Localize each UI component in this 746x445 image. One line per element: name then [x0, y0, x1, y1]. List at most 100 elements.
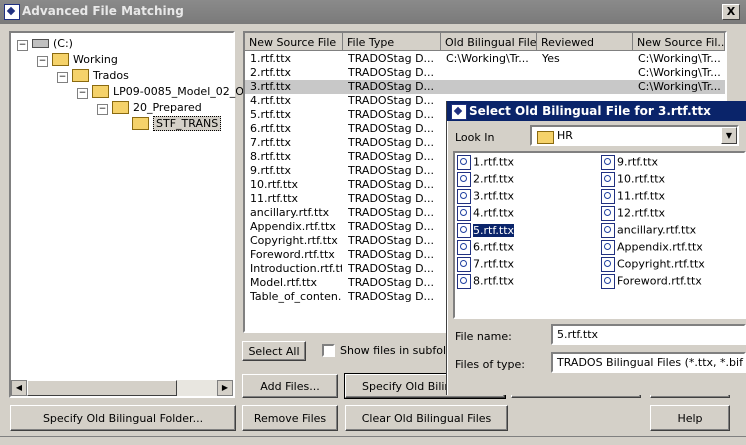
dialog-file-item[interactable]: Copyright.rtf.ttx	[601, 257, 705, 273]
dialog-file-item[interactable]: ancillary.rtf.ttx	[601, 223, 696, 239]
tree-expander[interactable]: −	[17, 40, 28, 51]
look-in-value: HR	[557, 129, 573, 142]
table-row[interactable]: 2.rtf.ttx TRADOStag D... C:\Working\Tr...	[245, 66, 725, 80]
folder-icon	[92, 84, 109, 98]
dialog-file-label: 8.rtf.ttx	[473, 274, 515, 288]
tree-node[interactable]: STF_TRANS	[132, 116, 222, 133]
app-icon	[4, 4, 20, 20]
scroll-left-button[interactable]: ◀	[11, 380, 27, 396]
dialog-file-item[interactable]: 10.rtf.ttx	[601, 172, 665, 188]
file-name-input[interactable]: 5.rtf.ttx	[551, 324, 746, 345]
files-of-type-label: Files of type:	[455, 358, 526, 371]
remove-files-button[interactable]: Remove Files	[242, 405, 338, 431]
column-header[interactable]: File Type	[343, 33, 441, 51]
title-bar: Advanced File Matching X	[0, 0, 746, 24]
tree-node-label: 20_Prepared	[133, 101, 202, 114]
folder-icon	[132, 116, 149, 130]
tree-expander[interactable]: −	[37, 56, 48, 67]
tree-expander[interactable]: −	[97, 104, 108, 115]
table-cell: C:\Working\Tr...	[638, 52, 721, 65]
dialog-file-label: 11.rtf.ttx	[617, 189, 666, 203]
table-cell: TRADOStag D...	[348, 150, 435, 163]
table-row[interactable]: 3.rtf.ttx TRADOStag D... C:\Working\Tr...	[245, 80, 725, 94]
table-cell: 10.rtf.ttx	[250, 178, 299, 191]
add-files-button[interactable]: Add Files...	[242, 374, 338, 398]
ttx-file-icon	[601, 240, 615, 255]
dialog-file-label: Copyright.rtf.ttx	[617, 257, 705, 271]
tree-node[interactable]: Working	[52, 52, 118, 69]
dialog-file-item[interactable]: 3.rtf.ttx	[457, 189, 514, 205]
help-button[interactable]: Help	[650, 405, 730, 431]
tree-hscrollbar[interactable]: ◀ ▶	[11, 380, 233, 396]
dialog-file-label: 6.rtf.ttx	[473, 240, 515, 254]
dialog-file-label: 7.rtf.ttx	[473, 257, 515, 271]
table-cell: TRADOStag D...	[348, 248, 435, 261]
table-cell: TRADOStag D...	[348, 136, 435, 149]
dialog-file-label: Foreword.rtf.ttx	[617, 274, 702, 288]
table-cell: 3.rtf.ttx	[250, 80, 292, 93]
drive-icon	[32, 38, 49, 48]
dialog-file-label: ancillary.rtf.ttx	[617, 223, 697, 237]
dialog-file-item[interactable]: 1.rtf.ttx	[457, 155, 514, 171]
look-in-select[interactable]: HR ▼	[530, 125, 739, 146]
table-cell: Yes	[542, 52, 560, 65]
table-cell	[542, 66, 632, 80]
clear-old-bilingual-files-button[interactable]: Clear Old Bilingual Files	[345, 405, 508, 431]
table-cell: TRADOStag D...	[348, 276, 435, 289]
tree-node[interactable]: 20_Prepared	[112, 100, 202, 117]
table-cell	[446, 80, 536, 94]
table-row[interactable]: 1.rtf.ttx TRADOStag D... C:\Working\Tr... Y…	[245, 52, 725, 66]
column-header[interactable]: New Source File	[245, 33, 343, 51]
dialog-file-item[interactable]: 6.rtf.ttx	[457, 240, 514, 256]
table-cell: Model.rtf.ttx	[250, 276, 318, 289]
specify-old-bilingual-folder-button[interactable]: Specify Old Bilingual Folder...	[10, 405, 236, 431]
dialog-file-item[interactable]: 11.rtf.ttx	[601, 189, 665, 205]
column-header[interactable]: Reviewed	[537, 33, 633, 51]
files-of-type-value: TRADOS Bilingual Files (*.ttx, *.bif)	[557, 356, 746, 369]
show-subfolders-checkbox[interactable]	[322, 344, 335, 357]
table-cell: 4.rtf.ttx	[250, 94, 292, 107]
tree-expander[interactable]: −	[57, 72, 68, 83]
ttx-file-icon	[601, 206, 615, 221]
ttx-file-icon	[601, 257, 615, 272]
dialog-file-label: Appendix.rtf.ttx	[617, 240, 703, 254]
dialog-file-label: 4.rtf.ttx	[473, 206, 515, 220]
table-cell: C:\Working\Tr...	[638, 80, 721, 93]
table-cell: 2.rtf.ttx	[250, 66, 292, 79]
dialog-file-item[interactable]: Appendix.rtf.ttx	[601, 240, 703, 256]
dialog-file-item[interactable]: 7.rtf.ttx	[457, 257, 514, 273]
dialog-file-item[interactable]: 9.rtf.ttx	[601, 155, 658, 171]
select-all-button[interactable]: Select All	[242, 341, 306, 361]
dialog-file-item[interactable]: Foreword.rtf.ttx	[601, 274, 702, 290]
dialog-file-item[interactable]: 5.rtf.ttx	[457, 223, 515, 239]
dialog-file-item[interactable]: 4.rtf.ttx	[457, 206, 514, 222]
close-button[interactable]: X	[722, 4, 740, 20]
table-cell: 1.rtf.ttx	[250, 52, 292, 65]
dialog-file-list[interactable]: 1.rtf.ttx 2.rtf.ttx 3.rtf.ttx 4.rtf.ttx 5.rt…	[453, 151, 746, 319]
table-cell: TRADOStag D...	[348, 192, 435, 205]
tree-node[interactable]: LP09-0085_Model_02_OM	[92, 84, 253, 101]
files-of-type-select[interactable]: TRADOS Bilingual Files (*.ttx, *.bif)	[551, 352, 746, 373]
table-cell: TRADOStag D...	[348, 66, 435, 79]
table-cell: 6.rtf.ttx	[250, 122, 292, 135]
table-cell: ancillary.rtf.ttx	[250, 206, 330, 219]
table-cell: C:\Working\Tr...	[446, 52, 529, 65]
dialog-file-label: 10.rtf.ttx	[617, 172, 666, 186]
tree-expander[interactable]: −	[77, 88, 88, 99]
table-cell: TRADOStag D...	[348, 290, 435, 303]
scroll-right-button[interactable]: ▶	[217, 380, 233, 396]
folder-tree[interactable]: − (C:) − Working − Trados − LP09-0085_Model_02_…	[9, 31, 253, 398]
dialog-file-item[interactable]: 12.rtf.ttx	[601, 206, 665, 222]
column-header[interactable]: Old Bilingual File	[441, 33, 537, 51]
tree-node[interactable]: Trados	[72, 68, 129, 85]
table-cell	[542, 80, 632, 94]
column-header[interactable]: New Source Fil...	[633, 33, 725, 51]
ttx-file-icon	[601, 274, 615, 289]
table-cell: TRADOStag D...	[348, 52, 435, 65]
chevron-down-icon[interactable]: ▼	[721, 127, 737, 144]
tree-node[interactable]: (C:)	[32, 37, 73, 53]
dialog-file-item[interactable]: 2.rtf.ttx	[457, 172, 514, 188]
scroll-thumb[interactable]	[27, 380, 177, 396]
dialog-file-item[interactable]: 8.rtf.ttx	[457, 274, 514, 290]
dialog-file-label: 9.rtf.ttx	[617, 155, 659, 169]
